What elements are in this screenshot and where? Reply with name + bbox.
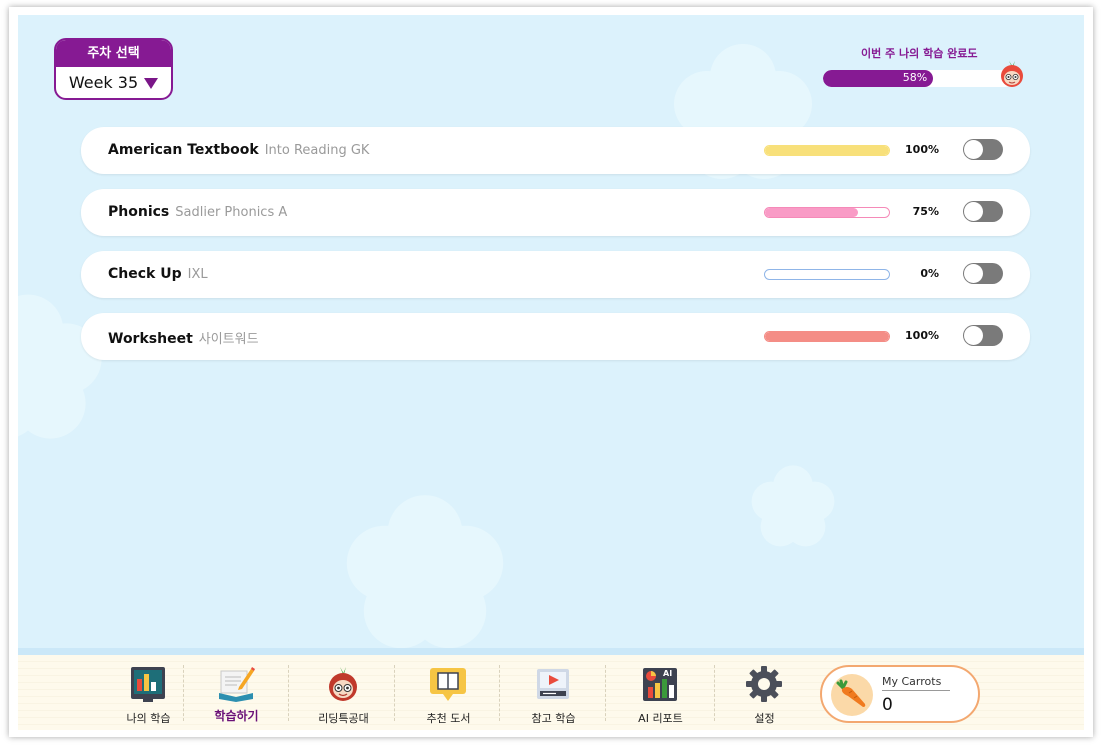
nav-divider bbox=[288, 665, 289, 721]
toggle-knob bbox=[964, 202, 983, 221]
nav-label: 리딩특공대 bbox=[318, 712, 369, 725]
mascot-icon bbox=[1001, 61, 1023, 87]
toggle-knob bbox=[964, 264, 983, 283]
nav-label: 참고 학습 bbox=[531, 712, 576, 725]
nav-item-recommended-books[interactable]: 추천 도서 bbox=[396, 655, 501, 730]
row-title-text: American Textbook bbox=[108, 142, 259, 158]
carrots-label: My Carrots bbox=[882, 675, 942, 688]
nav-label: 추천 도서 bbox=[426, 712, 471, 725]
week-dropdown[interactable]: Week 35 bbox=[56, 67, 171, 98]
flower-decoration bbox=[346, 495, 504, 649]
row-percent: 100% bbox=[905, 329, 939, 342]
nav-divider bbox=[605, 665, 606, 721]
toggle-knob bbox=[964, 140, 983, 159]
nav-item-reference-study[interactable]: 참고 학습 bbox=[501, 655, 606, 730]
row-subtitle: IXL bbox=[187, 267, 208, 282]
row-progress-fill bbox=[765, 332, 889, 341]
row-progress-bar bbox=[764, 207, 890, 218]
chart-board-icon bbox=[131, 667, 165, 702]
nav-label: AI 리포트 bbox=[638, 712, 683, 725]
row-toggle[interactable] bbox=[963, 263, 1003, 284]
flower-decoration bbox=[18, 294, 102, 439]
nav-label: 학습하기 bbox=[214, 709, 259, 723]
row-percent: 100% bbox=[905, 143, 939, 156]
nav-top-border bbox=[18, 648, 1084, 655]
row-title: Worksheet 사이트워드 bbox=[108, 328, 259, 347]
my-carrots[interactable]: My Carrots 0 bbox=[820, 665, 980, 723]
svg-text:AI: AI bbox=[663, 669, 672, 678]
row-title: Check Up IXL bbox=[108, 266, 208, 282]
open-book-pencil-icon bbox=[219, 667, 255, 702]
week-value: Week 35 bbox=[68, 73, 139, 92]
row-toggle[interactable] bbox=[963, 139, 1003, 160]
nav-divider bbox=[499, 665, 500, 721]
row-title: American Textbook Into Reading GK bbox=[108, 142, 369, 158]
flower-decoration bbox=[751, 465, 835, 547]
row-subtitle: Into Reading GK bbox=[264, 143, 370, 158]
nav-item-reading-squad[interactable]: 리딩특공대 bbox=[291, 655, 396, 730]
nav-item-settings[interactable]: 설정 bbox=[712, 655, 817, 730]
toggle-knob bbox=[964, 326, 983, 345]
weekly-progress-fill: 58% bbox=[823, 70, 934, 87]
ai-report-icon: AI bbox=[643, 668, 677, 701]
row-title-text: Phonics bbox=[108, 204, 170, 220]
weekly-progress-percent: 58% bbox=[902, 71, 928, 84]
row-progress-bar bbox=[764, 145, 890, 156]
carrots-count: 0 bbox=[882, 695, 893, 715]
row-progress-fill bbox=[765, 208, 858, 217]
nav-item-ai-report[interactable]: AI AI 리포트 bbox=[608, 655, 713, 730]
row-subtitle: 사이트워드 bbox=[198, 332, 259, 347]
week-selector[interactable]: 주차 선택 Week 35 bbox=[54, 38, 173, 100]
carrot-badge bbox=[831, 674, 873, 716]
weekly-progress-label: 이번 주 나의 학습 완료도 bbox=[861, 47, 978, 60]
learning-row[interactable]: American Textbook Into Reading GK 100% bbox=[81, 127, 1030, 174]
carrots-divider bbox=[882, 690, 950, 691]
learning-row[interactable]: Phonics Sadlier Phonics A 75% bbox=[81, 189, 1030, 236]
row-title-text: Worksheet bbox=[108, 331, 193, 347]
nav-divider bbox=[394, 665, 395, 721]
row-title: Phonics Sadlier Phonics A bbox=[108, 204, 287, 220]
row-toggle[interactable] bbox=[963, 325, 1003, 346]
row-progress-bar bbox=[764, 331, 890, 342]
video-play-icon bbox=[537, 669, 569, 699]
caret-down-icon bbox=[144, 78, 159, 89]
book-bubble-icon bbox=[430, 668, 466, 701]
carrot-icon bbox=[836, 679, 866, 707]
row-subtitle: Sadlier Phonics A bbox=[175, 205, 288, 220]
learning-row[interactable]: Check Up IXL 0% bbox=[81, 251, 1030, 298]
row-toggle[interactable] bbox=[963, 201, 1003, 222]
weekly-progress-bar: 58% bbox=[823, 70, 1013, 87]
row-progress-bar bbox=[764, 269, 890, 280]
nav-item-study[interactable]: 학습하기 bbox=[184, 655, 289, 730]
row-percent: 75% bbox=[912, 205, 939, 218]
learning-row[interactable]: Worksheet 사이트워드 100% bbox=[81, 313, 1030, 360]
gear-icon bbox=[746, 666, 782, 702]
row-percent: 0% bbox=[920, 267, 939, 280]
nav-label: 설정 bbox=[754, 712, 775, 725]
row-title-text: Check Up bbox=[108, 266, 182, 282]
row-progress-fill bbox=[765, 146, 889, 155]
mascot-icon bbox=[329, 667, 357, 701]
week-selector-title: 주차 선택 bbox=[56, 40, 171, 67]
